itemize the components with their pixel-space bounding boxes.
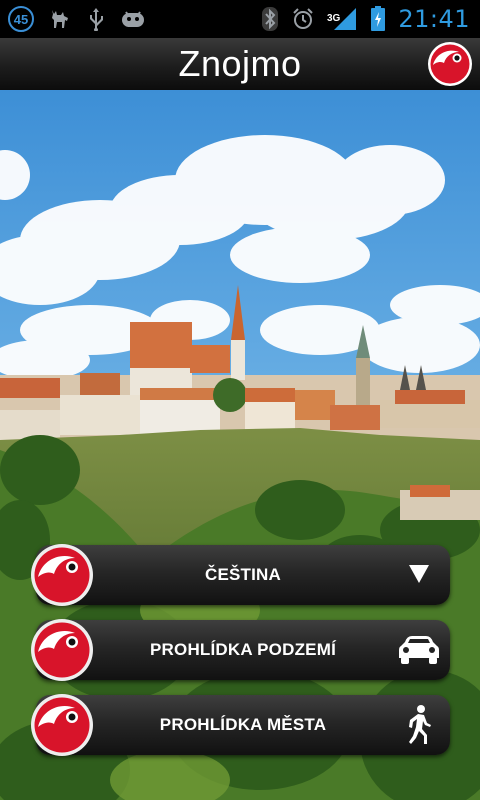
usb-icon xyxy=(86,7,106,31)
battery-charging-icon xyxy=(370,6,386,32)
app-logo-icon xyxy=(31,619,93,681)
bluetooth-icon xyxy=(261,6,279,32)
walking-person-icon xyxy=(409,705,431,744)
city-tour-label: PROHLÍDKA MĚSTA xyxy=(159,715,327,734)
app-logo-icon[interactable] xyxy=(427,41,473,87)
clock: 21:41 xyxy=(398,5,470,33)
car-icon xyxy=(399,636,439,664)
notification-count-badge: 45 xyxy=(8,6,34,32)
language-button-label: ČEŠTINA xyxy=(204,565,282,584)
underground-tour-button[interactable]: PROHLÍDKA PODZEMÍ xyxy=(31,619,450,681)
status-bar: 45 3G 21:41 xyxy=(0,0,480,38)
app-logo-icon xyxy=(31,694,93,756)
language-button[interactable]: ČEŠTINA xyxy=(31,544,450,606)
android-debug-icon xyxy=(120,8,146,30)
network-type-label: 3G xyxy=(326,13,341,24)
underground-tour-label: PROHLÍDKA PODZEMÍ xyxy=(150,640,336,659)
dropdown-triangle-icon xyxy=(409,565,429,583)
deer-icon xyxy=(48,8,72,30)
title-bar: Znojmo xyxy=(0,38,480,90)
app-logo-icon xyxy=(31,544,93,606)
city-tour-button[interactable]: PROHLÍDKA MĚSTA xyxy=(31,694,450,756)
page-title: Znojmo xyxy=(178,43,302,84)
alarm-icon xyxy=(291,7,315,31)
